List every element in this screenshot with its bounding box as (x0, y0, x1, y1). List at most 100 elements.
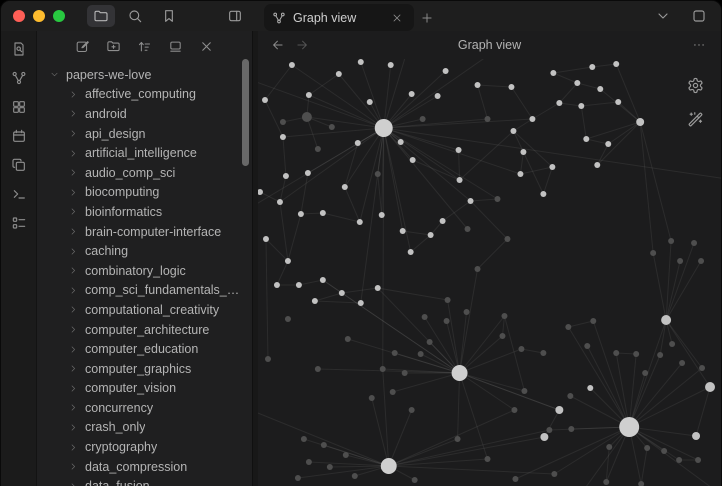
folder-item[interactable]: artificial_intelligence (37, 143, 252, 163)
graph-node[interactable] (321, 442, 327, 448)
folder-item[interactable]: computer_vision (37, 379, 252, 399)
folder-item[interactable]: computational_creativity (37, 300, 252, 320)
folder-item[interactable]: concurrency (37, 398, 252, 418)
graph-node[interactable] (375, 171, 381, 177)
graph-node[interactable] (615, 99, 621, 105)
bookmark-icon[interactable] (155, 5, 183, 27)
graph-node[interactable] (494, 196, 500, 202)
graph-node[interactable] (263, 236, 269, 242)
graph-node[interactable] (409, 91, 415, 97)
graph-node[interactable] (485, 116, 491, 122)
graph-node[interactable] (402, 370, 408, 376)
graph-node[interactable] (283, 173, 289, 179)
graph-node[interactable] (312, 298, 318, 304)
checklist-icon[interactable] (6, 211, 32, 234)
graph-node[interactable] (420, 116, 426, 122)
graph-node[interactable] (427, 339, 433, 345)
graph-node[interactable] (298, 211, 304, 217)
graph-node[interactable] (590, 318, 596, 324)
graph-node[interactable] (501, 313, 507, 319)
graph-node[interactable] (392, 350, 398, 356)
graph-node[interactable] (475, 82, 481, 88)
daily-note-icon[interactable] (6, 124, 32, 147)
sort-order-button[interactable] (133, 35, 157, 57)
graph-node[interactable] (636, 118, 644, 126)
graph-node[interactable] (358, 300, 364, 306)
graph-node[interactable] (400, 228, 406, 234)
graph-node[interactable] (692, 432, 700, 440)
graph-node[interactable] (589, 64, 595, 70)
folder-item[interactable]: api_design (37, 124, 252, 144)
graph-node[interactable] (380, 366, 386, 372)
zoom-window-button[interactable] (53, 10, 65, 22)
graph-node[interactable] (379, 212, 385, 218)
graph-node[interactable] (444, 318, 450, 324)
wand-icon[interactable] (683, 107, 707, 131)
folder-item[interactable]: combinatory_logic (37, 261, 252, 281)
graph-node[interactable] (511, 407, 517, 413)
graph-node[interactable] (280, 119, 286, 125)
graph-node[interactable] (568, 426, 574, 432)
graph-node[interactable] (550, 70, 556, 76)
graph-node[interactable] (546, 427, 552, 433)
graph-node[interactable] (345, 336, 351, 342)
graph-node[interactable] (485, 456, 491, 462)
graph-node[interactable] (540, 433, 548, 441)
folder-item[interactable]: data_fusion (37, 476, 252, 486)
layout-button[interactable] (164, 35, 188, 57)
folder-item[interactable]: bioinformatics (37, 202, 252, 222)
back-icon[interactable] (266, 34, 290, 56)
graph-node[interactable] (265, 356, 271, 362)
graph-node[interactable] (455, 436, 461, 442)
graph-node[interactable] (410, 157, 416, 163)
graph-node[interactable] (452, 365, 468, 381)
graph-node[interactable] (504, 236, 510, 242)
folder-item[interactable]: affective_computing (37, 85, 252, 105)
graph-node[interactable] (339, 290, 345, 296)
graph-node[interactable] (274, 282, 280, 288)
folder-icon[interactable] (87, 5, 115, 27)
stack-icon[interactable] (685, 5, 713, 27)
graph-node[interactable] (676, 457, 682, 463)
graph-node[interactable] (657, 352, 663, 358)
panel-right-icon[interactable] (221, 5, 249, 27)
close-window-button[interactable] (13, 10, 25, 22)
graph-node[interactable] (540, 191, 546, 197)
graph-node[interactable] (305, 170, 311, 176)
graph-node[interactable] (412, 477, 418, 483)
minimize-window-button[interactable] (33, 10, 45, 22)
graph-node[interactable] (668, 238, 674, 244)
graph-node[interactable] (301, 436, 307, 442)
graph-node[interactable] (352, 473, 358, 479)
templates-icon[interactable] (6, 153, 32, 176)
graph-node[interactable] (369, 395, 375, 401)
graph-node[interactable] (661, 315, 671, 325)
graph-node[interactable] (521, 388, 527, 394)
graph-node[interactable] (499, 333, 505, 339)
graph-node[interactable] (409, 407, 415, 413)
graph-node[interactable] (695, 457, 701, 463)
graph-node[interactable] (619, 417, 639, 437)
folder-item[interactable]: computer_architecture (37, 320, 252, 340)
graph-node[interactable] (375, 119, 393, 137)
graph-node[interactable] (597, 86, 603, 92)
graph-node[interactable] (549, 164, 555, 170)
graph-node[interactable] (456, 147, 462, 153)
folder-item[interactable]: cryptography (37, 437, 252, 457)
graph-node[interactable] (285, 258, 291, 264)
folder-item[interactable]: crash_only (37, 418, 252, 438)
folder-item-root[interactable]: papers-we-love (37, 65, 252, 85)
graph-node[interactable] (468, 198, 474, 204)
graph-node[interactable] (296, 282, 302, 288)
graph-node[interactable] (358, 59, 364, 65)
graph-node[interactable] (518, 346, 524, 352)
graph-node[interactable] (705, 382, 715, 392)
graph-node[interactable] (551, 471, 557, 477)
folder-item[interactable]: computer_education (37, 339, 252, 359)
folder-item[interactable]: caching (37, 241, 252, 261)
graph-node[interactable] (381, 458, 397, 474)
graph-node[interactable] (644, 445, 650, 451)
terminal-icon[interactable] (6, 182, 32, 205)
graph-node[interactable] (520, 149, 526, 155)
graph-node[interactable] (315, 146, 321, 152)
